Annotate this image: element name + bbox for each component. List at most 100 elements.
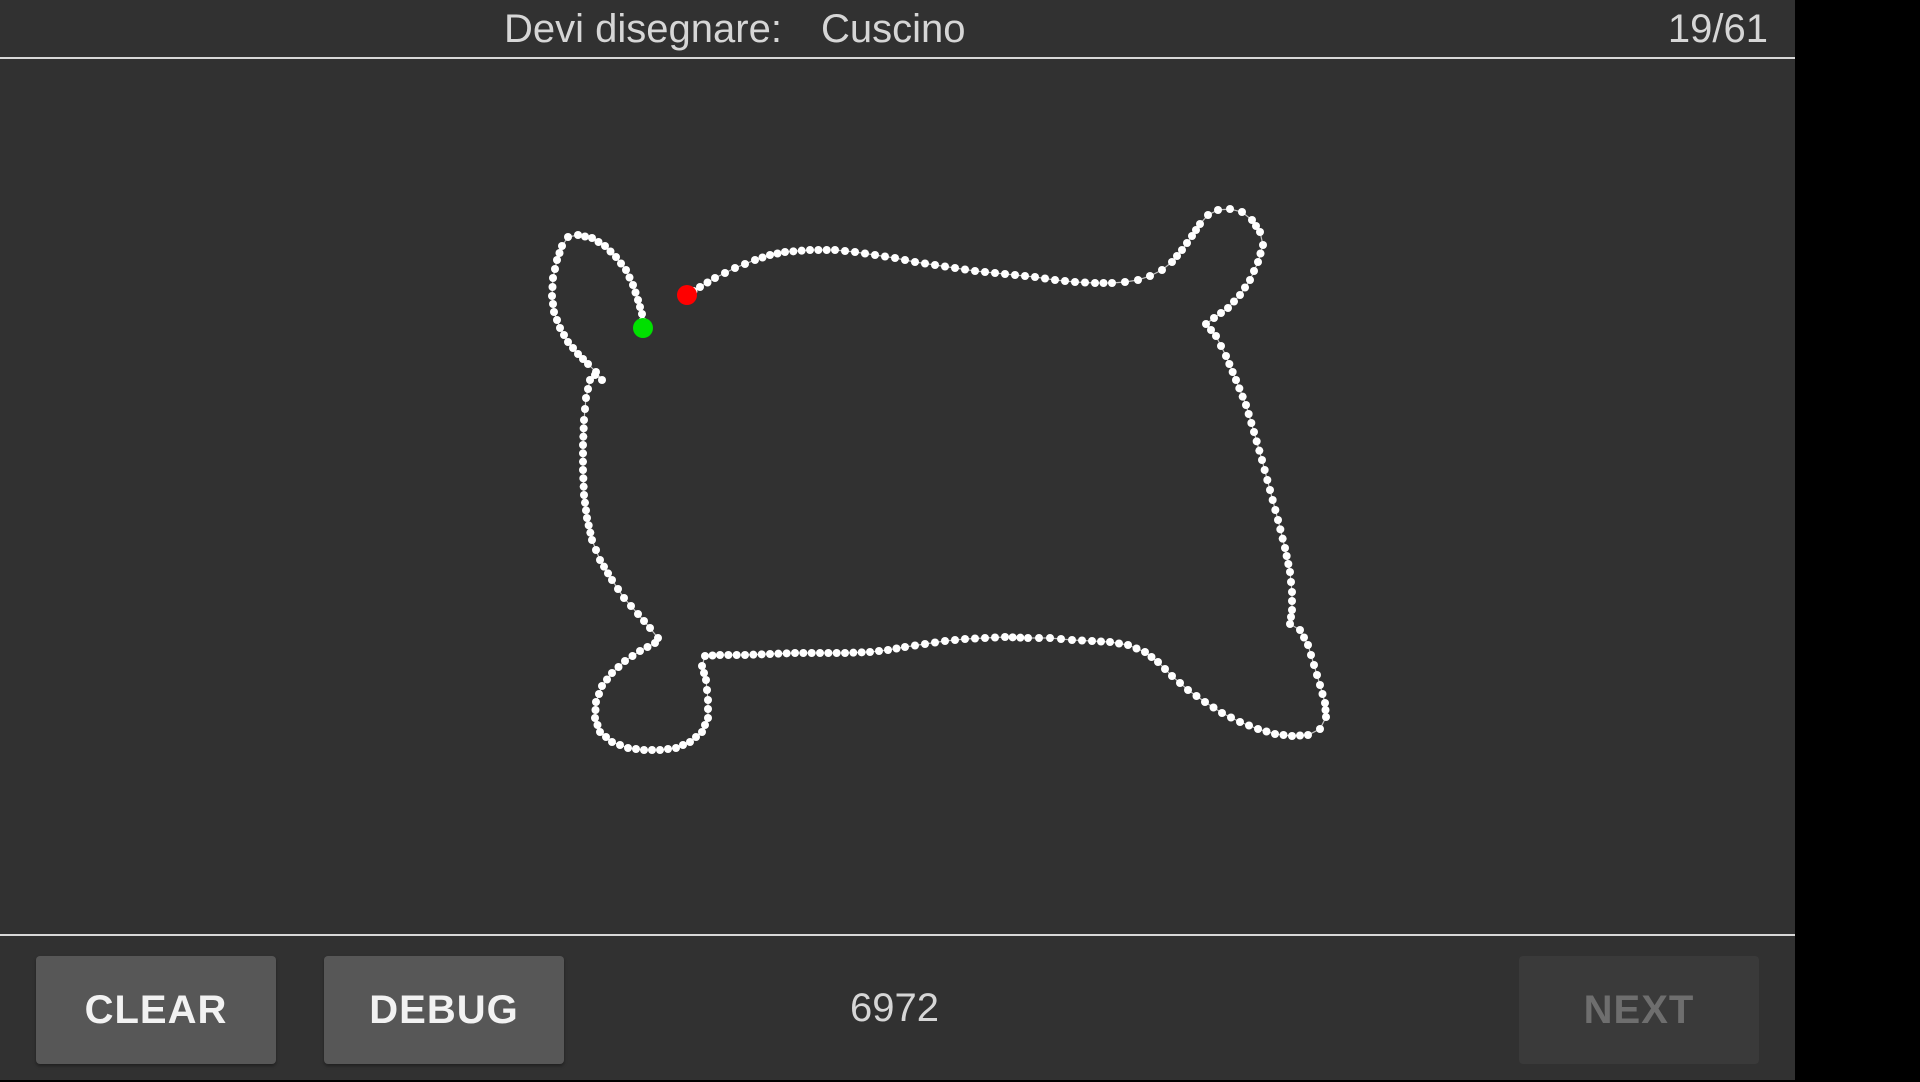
stroke-point (553, 316, 561, 324)
stroke-point (617, 259, 625, 268)
debug-button[interactable]: DEBUG (324, 956, 564, 1064)
stroke-point (558, 242, 566, 250)
stroke-point (1238, 208, 1246, 216)
stroke-point (1228, 368, 1237, 376)
stroke-point (1321, 699, 1329, 707)
stroke-point (701, 652, 709, 660)
stroke-point (941, 637, 949, 645)
stroke-point (616, 741, 624, 749)
stroke-point (1250, 428, 1258, 436)
stroke-point (841, 247, 849, 255)
stroke-point (1235, 384, 1244, 393)
stroke-point (1196, 220, 1204, 228)
stroke-point (579, 432, 588, 441)
stroke-point (564, 233, 572, 241)
drawing-canvas[interactable] (0, 59, 1795, 934)
stroke-point (1279, 731, 1288, 739)
stroke-point (1132, 644, 1141, 653)
stroke-point (1286, 568, 1294, 576)
next-button[interactable]: NEXT (1519, 956, 1759, 1064)
stroke-point (604, 569, 612, 578)
stroke-point (921, 259, 929, 268)
stroke-point (1271, 730, 1279, 738)
stroke-point (871, 251, 879, 259)
stroke-point (549, 300, 557, 308)
clear-button[interactable]: CLEAR (36, 956, 276, 1064)
stroke-point (1158, 266, 1166, 274)
stroke-point (1266, 486, 1274, 494)
stroke-point (875, 647, 883, 655)
stroke-point (1176, 679, 1184, 687)
stroke-point (1068, 636, 1076, 644)
stroke-point (797, 246, 806, 255)
stroke-point (704, 696, 712, 704)
stroke-point (791, 649, 799, 657)
stroke-point (851, 248, 859, 256)
stroke-point (1288, 597, 1296, 605)
stroke-point (1001, 270, 1009, 278)
stroke-point (579, 424, 588, 433)
stroke-point (593, 721, 602, 729)
stroke-point (1242, 401, 1250, 409)
stroke-point (1209, 703, 1218, 712)
stroke-point (636, 647, 644, 655)
stroke-point (1286, 620, 1294, 628)
stroke-point (656, 746, 664, 754)
stroke-point (580, 491, 588, 499)
stroke-point (1247, 419, 1256, 427)
stroke-point (901, 256, 909, 264)
stroke-point (1318, 690, 1327, 698)
stroke-point (640, 617, 648, 625)
stroke-point (749, 650, 758, 659)
stroke-point (548, 292, 556, 300)
stroke-point (574, 231, 582, 239)
stroke-point (931, 261, 939, 269)
stroke-point (1046, 634, 1054, 642)
stroke-point (1296, 626, 1304, 634)
stroke-point (911, 641, 919, 650)
stroke-point (732, 651, 741, 659)
stroke-point (708, 651, 717, 660)
stroke-point (741, 651, 749, 659)
stroke-point (758, 253, 767, 262)
stroke-point (721, 269, 729, 277)
stroke-point (701, 721, 709, 729)
stroke-point (679, 741, 687, 749)
stroke-point (1274, 516, 1282, 524)
stroke-point (598, 376, 606, 384)
stroke-point (1041, 274, 1049, 283)
stroke-point (1099, 279, 1108, 287)
stroke-point (1288, 732, 1296, 740)
stroke-point (1081, 278, 1089, 287)
stroke-point (724, 651, 733, 659)
stroke-point (774, 649, 783, 658)
stroke-point (961, 635, 969, 643)
stroke-point (1051, 276, 1059, 284)
stroke-point (806, 246, 814, 254)
stroke-point (841, 649, 849, 657)
stroke-point (664, 745, 672, 753)
stroke-point (1230, 297, 1238, 306)
stroke-point (951, 636, 959, 644)
stroke-point (1192, 692, 1201, 700)
stroke-point (866, 648, 874, 656)
stroke-point (1288, 588, 1296, 596)
stroke-point (603, 675, 611, 684)
stroke-point (1201, 698, 1209, 706)
stroke-point (824, 649, 833, 657)
stroke-point (698, 662, 706, 670)
stroke-point (595, 690, 603, 698)
stroke-point (1091, 279, 1099, 287)
stroke-point (981, 268, 989, 276)
stroke-point (1035, 634, 1043, 642)
stroke-point (716, 651, 724, 659)
stroke-point (1246, 276, 1254, 284)
stroke-point (672, 744, 680, 752)
stroke-point (1256, 228, 1264, 236)
stroke-point (991, 269, 999, 277)
stroke-point (634, 610, 642, 618)
sketch-svg[interactable] (0, 59, 1795, 934)
stroke-point (1232, 376, 1240, 384)
stroke-point (627, 602, 635, 610)
stroke-point (1268, 496, 1277, 504)
